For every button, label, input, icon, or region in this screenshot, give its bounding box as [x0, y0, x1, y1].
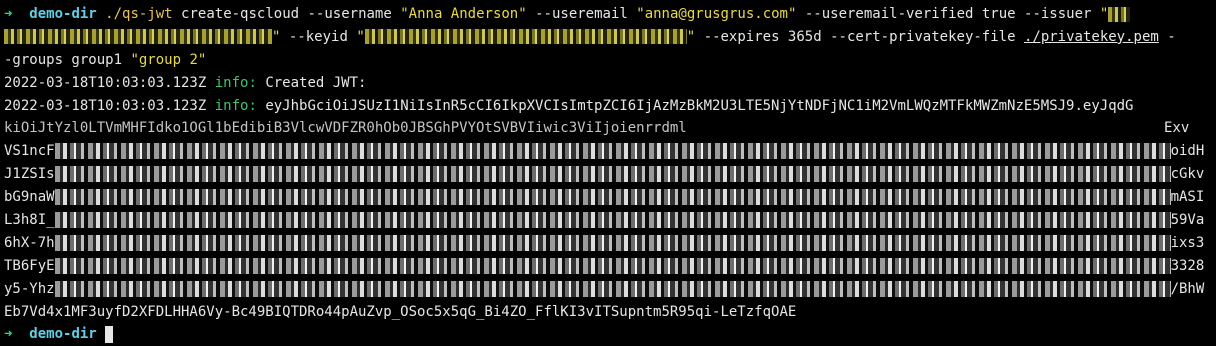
log-level: info: — [214, 97, 257, 114]
log-timestamp: 2022-03-18T10:03:03.123Z — [4, 74, 207, 91]
token-line-9: y5-Yhz/BhW — [4, 278, 1212, 301]
token-line-9-start: y5-Yhz — [4, 280, 55, 297]
username-flag: --username — [307, 6, 392, 22]
token-line-2-end: Exv — [1164, 120, 1190, 137]
token-line-4-end: cGkv — [1170, 166, 1205, 183]
text-cursor[interactable] — [105, 325, 114, 343]
token-line-2-start: kiOiJtYzl0LTVmMHFIdko1OGl1bEdibiB3VlcwVD… — [4, 120, 687, 137]
issuer-value-start: " — [1099, 6, 1109, 22]
log-message: Created JWT: — [265, 74, 367, 91]
command-path: ./qs-jwt — [105, 6, 173, 22]
token-line-8-start: TB6FyE — [4, 257, 55, 274]
command-line-3: -groups group1 "group 2" — [4, 49, 1212, 72]
token-line-10: Eb7Vd4x1MF3uyfD2XFDLHHA6Vy-Bc49BIQTDRo44… — [4, 301, 1212, 324]
token-line-3: VS1ncF oidH — [4, 140, 1212, 163]
expires-flag: --expires 365d — [703, 28, 822, 45]
token-line-6-end: 59Va — [1170, 212, 1205, 229]
log-line-token: 2022-03-18T10:03:03.123Z info: eyJhbGciO… — [4, 95, 1212, 118]
issuer-flag: --issuer — [1024, 6, 1092, 22]
cert-flag: --cert-privatekey-file — [830, 28, 1016, 45]
log-timestamp: 2022-03-18T10:03:03.123Z — [4, 97, 207, 114]
token-line-5-start: bG9naW — [4, 189, 55, 206]
prompt-arrow-icon: ➜ — [4, 326, 13, 343]
log-level: info: — [214, 74, 257, 91]
username-value: "Anna Anderson" — [400, 6, 527, 22]
token-line-7: 6hX-7h ixs3 — [4, 232, 1212, 255]
redacted-token-segment — [54, 280, 1171, 297]
token-line-6-start: L3h8I_ — [4, 212, 55, 229]
token-line-1: eyJhbGciOiJSUzI1NiIsInR5cCI6IkpXVCIsImtp… — [265, 97, 1134, 114]
token-line-8: TB6FyE 3328 — [4, 255, 1212, 278]
redacted-token-segment — [54, 166, 1171, 183]
useremail-value: "anna@grusgrus.com" — [636, 6, 797, 22]
token-line-3-end: oidH — [1170, 143, 1205, 160]
redacted-token-segment — [54, 234, 1171, 251]
prompt-line[interactable]: ➜ demo-dir — [4, 323, 1212, 346]
groups-value-2: "group 2" — [130, 51, 207, 68]
verified-flag: --useremail-verified true — [804, 6, 1016, 22]
terminal-window[interactable]: ➜ demo-dir ./qs-jwt create-qscloud --use… — [4, 3, 1212, 346]
groups-flag: -groups group1 — [4, 51, 123, 68]
token-line-7-end: ixs3 — [1170, 234, 1205, 251]
redacted-keyid-value — [364, 29, 687, 45]
command-line-1: ➜ demo-dir ./qs-jwt create-qscloud --use… — [4, 3, 1212, 26]
token-line-6: L3h8I_ 59Va — [4, 209, 1212, 232]
redacted-token-segment — [54, 212, 1171, 229]
command-line-2: " --keyid " " --expires 365d --cert-priva… — [4, 26, 1212, 49]
token-line-4-start: J1ZSIs — [4, 166, 55, 183]
redacted-issuer-start — [1108, 6, 1131, 22]
redacted-issuer-value — [4, 29, 272, 45]
token-line-9-end: /BhW — [1170, 280, 1205, 297]
cert-file-path[interactable]: ./privatekey.pem — [1024, 29, 1159, 45]
groups-tail: - — [1167, 28, 1176, 45]
prompt-directory: demo-dir — [29, 6, 97, 22]
useremail-flag: --useremail — [535, 6, 628, 22]
token-line-7-start: 6hX-7h — [4, 234, 55, 251]
keyid-flag: --keyid — [288, 28, 348, 45]
prompt-arrow-icon: ➜ — [4, 6, 13, 22]
token-line-5-end: mASI — [1170, 189, 1205, 206]
token-line-8-end: 3328 — [1170, 257, 1205, 274]
token-line-4: J1ZSIs cGkv — [4, 163, 1212, 186]
redacted-token-segment — [54, 143, 1171, 160]
token-line-10-text: Eb7Vd4x1MF3uyfD2XFDLHHA6Vy-Bc49BIQTDRo44… — [4, 303, 797, 320]
command-subcommand: create-qscloud — [181, 6, 300, 22]
token-line-2: kiOiJtYzl0LTVmMHFIdko1OGl1bEdibiB3VlcwVD… — [4, 117, 1212, 140]
prompt-directory: demo-dir — [29, 326, 97, 343]
redacted-token-segment — [54, 257, 1171, 274]
redacted-token-segment — [54, 189, 1171, 206]
token-line-5: bG9naW mASI — [4, 186, 1212, 209]
token-line-3-start: VS1ncF — [4, 143, 55, 160]
log-line-created: 2022-03-18T10:03:03.123Z info: Created J… — [4, 72, 1212, 95]
